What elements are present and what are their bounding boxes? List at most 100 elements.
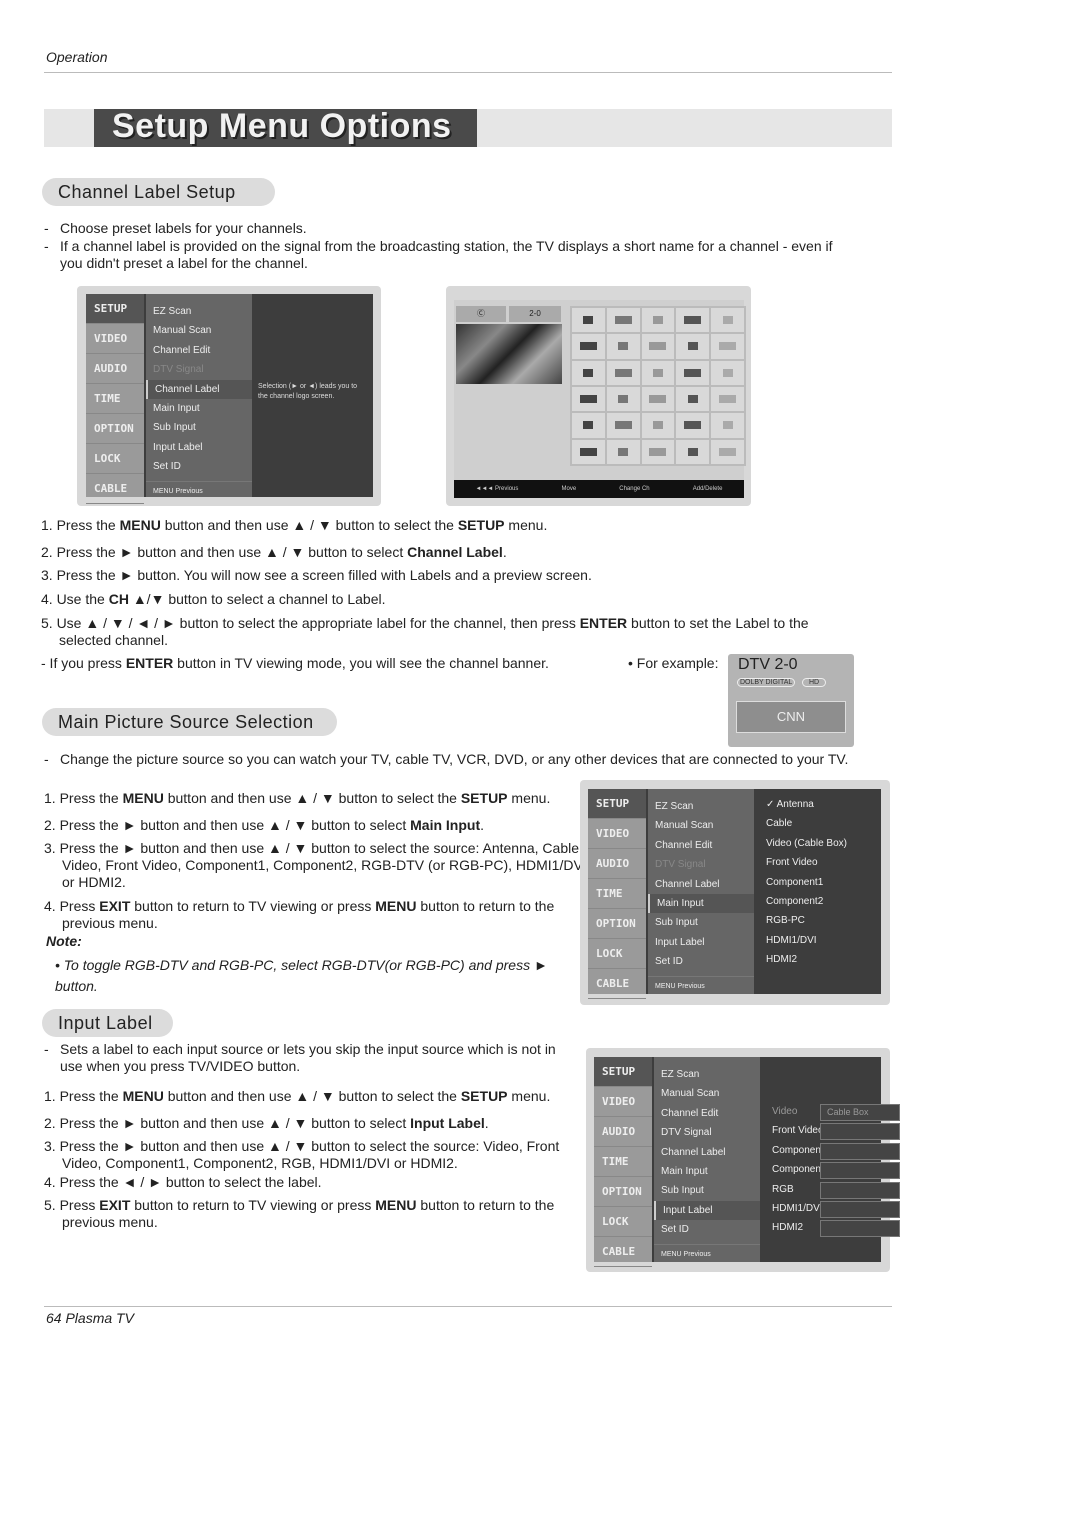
channel-logo-icon — [722, 316, 733, 325]
source-option: Cable — [766, 818, 793, 830]
logo-screen-screenshot: Ⓒ 2-0 ◄◄◄ Previous Move Change Ch Add/De… — [446, 286, 751, 506]
channel-logo-icon — [649, 342, 667, 351]
step-text: 5. Use ▲ / ▼ / ◄ / ► button to select th… — [41, 615, 580, 631]
menu-categories: SETUP VIDEO AUDIO TIME OPTION LOCK CABLE — [594, 1057, 652, 1267]
channel-logo-icon — [684, 421, 702, 430]
menu-categories: SETUP VIDEO AUDIO TIME OPTION LOCK CABLE — [588, 789, 646, 999]
menu-item: Set ID — [661, 1224, 689, 1236]
step-text: 2. Press the ► button and then use ▲ / ▼… — [44, 817, 411, 833]
bullet-dash: - — [44, 220, 49, 236]
menu-category-lock: LOCK — [594, 1207, 652, 1237]
menu-item: DTV Signal — [661, 1127, 712, 1139]
menu-item: DTV Signal — [153, 364, 204, 376]
step-text: menu. — [504, 517, 548, 533]
menu-category-audio: AUDIO — [86, 354, 144, 384]
bullet-item: - Choose preset labels for your channels. — [44, 220, 834, 237]
step-text: 4. Use the — [41, 591, 109, 607]
label-field[interactable] — [820, 1142, 900, 1160]
step-item: 3. Press the ► button. You will now see … — [41, 567, 849, 584]
menu-item: Manual Scan — [153, 325, 212, 337]
channel-logo-cell — [641, 334, 675, 359]
step-text: 2. Press the ► button and then use ▲ / ▼… — [44, 1115, 411, 1131]
step-item: 1. Press the MENU button and then use ▲ … — [44, 790, 592, 807]
menu-category-cable: CABLE — [594, 1237, 652, 1267]
logo-grid — [570, 306, 746, 466]
menu-item: Manual Scan — [655, 820, 714, 832]
step-item: 3. Press the ► button and then use ▲ / ▼… — [44, 840, 592, 891]
menu-item: DTV Signal — [655, 859, 706, 871]
step-keyword: SETUP — [460, 790, 508, 806]
step-text: button and then use ▲ / ▼ button to sele… — [163, 790, 461, 806]
channel-logo-cell — [711, 308, 744, 333]
menu-item: Input Label — [153, 441, 203, 453]
step-text: button in TV viewing mode, you will see … — [173, 655, 549, 671]
input-source: RGB — [772, 1183, 794, 1195]
menu-category-cable: CABLE — [86, 474, 144, 504]
footer-previous: ◄◄◄ Previous — [475, 486, 519, 492]
channel-logo-icon — [719, 447, 737, 456]
menu-item: Input Label — [654, 1200, 760, 1221]
step-text: button and then use ▲ / ▼ button to sele… — [163, 1088, 461, 1104]
menu-category-option: OPTION — [594, 1177, 652, 1207]
source-option: ✓ Antenna — [766, 799, 814, 810]
channel-logo-cell — [641, 439, 675, 464]
menu-footer-previous: MENU Previous — [654, 1243, 760, 1264]
channel-logo-icon — [722, 421, 733, 430]
step-item: 3. Press the ► button and then use ▲ / ▼… — [44, 1138, 602, 1172]
step-keyword: MENU — [122, 1088, 164, 1104]
label-field[interactable] — [820, 1162, 900, 1180]
label-field[interactable] — [820, 1220, 900, 1238]
step-keyword: MENU — [122, 790, 164, 806]
label-field[interactable] — [820, 1201, 900, 1218]
preview-video — [456, 324, 562, 384]
menu-category-option: OPTION — [86, 414, 144, 444]
label-field[interactable]: Cable Box — [820, 1104, 900, 1121]
page-footer: 64 Plasma TV — [46, 1310, 134, 1326]
header-rule — [44, 72, 892, 73]
channel-logo-cell — [676, 360, 710, 385]
step-keyword: MENU — [375, 1197, 417, 1213]
channel-logo-cell — [641, 413, 675, 438]
source-option: HDMI2 — [766, 954, 798, 966]
note-label: Note: — [46, 933, 82, 949]
input-source: HDMI1/DVI — [772, 1203, 823, 1214]
channel-logo-cell — [711, 334, 744, 359]
step-text: button and then use ▲ / ▼ button to sele… — [160, 517, 458, 533]
step-text: . — [484, 1115, 489, 1131]
footer-move: Move — [561, 486, 577, 492]
channel-logo-icon — [614, 421, 632, 430]
source-option: Component1 — [766, 876, 824, 888]
step-keyword: EXIT — [99, 898, 131, 914]
source-option: Front Video — [766, 857, 818, 869]
channel-logo-cell — [641, 308, 675, 333]
step-text: - If you press — [41, 655, 126, 671]
step-text: . — [502, 544, 507, 560]
label-field[interactable] — [820, 1123, 900, 1141]
bullet-text: Change the picture source so you can wat… — [60, 751, 849, 767]
menu-category-audio: AUDIO — [588, 849, 646, 879]
step-keyword: SETUP — [460, 1088, 508, 1104]
menu-items: EZ Scan Manual Scan Channel Edit DTV Signal… — [654, 1057, 760, 1262]
step-text: 1. Press the — [44, 1088, 123, 1104]
preview-tab-channel: Ⓒ — [456, 306, 506, 322]
section-header: Operation — [46, 49, 108, 65]
label-field[interactable] — [820, 1181, 900, 1199]
step-text: 3. Press the ► button and then use ▲ / ▼… — [44, 1138, 560, 1171]
channel-logo-cell — [572, 334, 605, 359]
menu-footer-previous: MENU Previous — [146, 480, 252, 501]
bullet-item: - Sets a label to each input source or le… — [44, 1041, 574, 1075]
menu-category-option: OPTION — [588, 909, 646, 939]
channel-logo-cell — [676, 334, 710, 359]
step-text: 3. Press the ► button and then use ▲ / ▼… — [44, 840, 587, 890]
step-keyword: Main Input — [410, 817, 481, 833]
note-text: • To toggle RGB-DTV and RGB-PC, select R… — [55, 957, 548, 994]
footer-add-delete: Add/Delete — [692, 486, 723, 492]
channel-logo-icon — [614, 368, 632, 377]
channel-logo-icon — [684, 368, 702, 377]
channel-logo-cell — [676, 439, 710, 464]
channel-logo-cell — [711, 360, 744, 385]
menu-category-setup: SETUP — [86, 294, 144, 324]
channel-logo-cell — [606, 334, 640, 359]
menu-categories: SETUP VIDEO AUDIO TIME OPTION LOCK CABLE — [86, 294, 144, 504]
menu-right-panel: ✓ Antenna Cable Video (Cable Box) Front Vid… — [756, 789, 881, 994]
